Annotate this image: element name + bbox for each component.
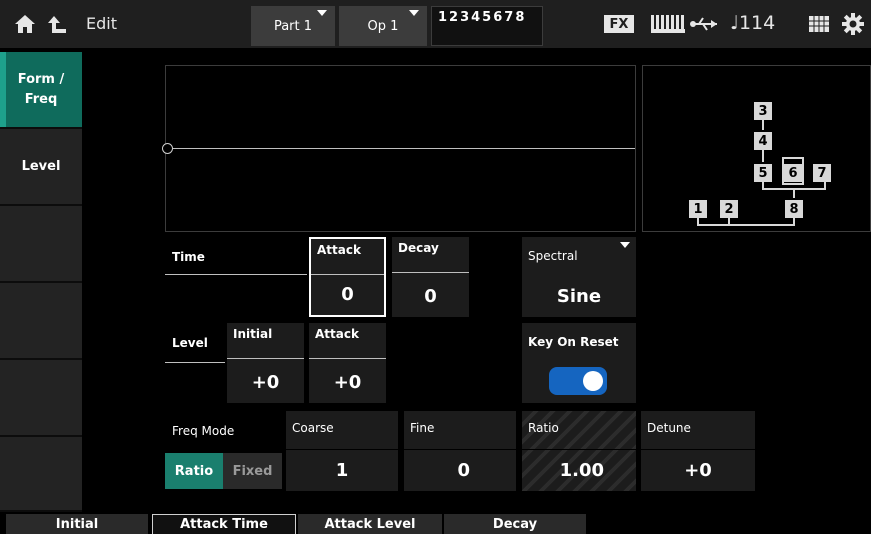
algorithm-wire <box>824 182 826 190</box>
tab-attack-time[interactable]: Attack Time <box>152 514 296 534</box>
sidebar-item-form-freq[interactable]: Form / Freq <box>0 52 82 129</box>
operator-node-7[interactable]: 7 <box>813 164 831 182</box>
field-divider <box>311 274 384 275</box>
home-icon[interactable] <box>14 14 36 34</box>
envelope-graph <box>162 65 636 232</box>
envelope-point[interactable] <box>162 143 173 154</box>
algorithm-wire <box>762 150 764 162</box>
dropdown-arrow-icon <box>409 10 419 16</box>
op-select-button[interactable]: Op 1 <box>339 6 427 46</box>
field-divider <box>404 449 516 450</box>
ratio-field: Ratio 1.00 <box>522 411 636 491</box>
tab-label: Decay <box>492 516 538 532</box>
attack-time-label: Attack <box>317 243 361 257</box>
level-divider <box>165 362 225 363</box>
edit-label: Edit <box>86 14 117 33</box>
algorithm-wire <box>762 120 764 130</box>
freq-mode-panel: Freq Mode Ratio Fixed <box>165 411 282 491</box>
field-divider <box>522 449 636 450</box>
field-divider <box>227 358 304 359</box>
time-divider <box>165 274 307 275</box>
coarse-field[interactable]: Coarse 1 <box>286 411 398 491</box>
tempo-display[interactable]: ♩114 <box>730 12 775 34</box>
field-divider <box>641 449 755 450</box>
grid-icon[interactable] <box>809 16 829 32</box>
operator-node-3[interactable]: 3 <box>754 102 772 120</box>
dropdown-arrow-icon <box>317 10 327 16</box>
tab-attack-level[interactable]: Attack Level <box>298 514 442 534</box>
freq-mode-fixed-button[interactable]: Fixed <box>223 453 282 489</box>
op-label: Op 1 <box>367 18 399 34</box>
tab-label: Initial <box>55 516 99 532</box>
fine-label: Fine <box>410 421 435 435</box>
top-bar: Edit Part 1 Op 1 12345678 FX ♩114 <box>0 0 871 48</box>
spectral-label: Spectral <box>528 249 578 263</box>
operator-node-1[interactable]: 1 <box>689 200 707 218</box>
field-divider <box>309 358 386 359</box>
usb-icon <box>690 17 717 31</box>
sidebar-item-empty-5 <box>0 360 82 437</box>
ratio-value: 1.00 <box>559 460 604 481</box>
ratio-label: Ratio <box>528 421 559 435</box>
operator-node-5[interactable]: 5 <box>754 164 772 182</box>
tab-label: Attack Time <box>180 517 268 532</box>
attack-time-field[interactable]: Attack 0 <box>309 237 386 317</box>
sidebar-item-empty-3 <box>0 206 82 283</box>
algorithm-wire <box>793 188 795 198</box>
decay-time-value: 0 <box>424 286 437 307</box>
sidebar-item-label: Form / Freq <box>17 71 65 107</box>
attack-level-label: Attack <box>315 327 359 341</box>
operator-node-8[interactable]: 8 <box>785 200 803 218</box>
tab-label: Attack Level <box>324 516 416 532</box>
part-label: Part 1 <box>273 18 313 34</box>
key-on-reset-toggle[interactable] <box>549 367 607 395</box>
level-label: Level <box>172 336 208 350</box>
decay-time-field[interactable]: Decay 0 <box>392 237 469 317</box>
attack-level-value: +0 <box>333 372 362 393</box>
up-level-icon[interactable] <box>46 14 68 34</box>
tab-initial[interactable]: Initial <box>6 514 148 534</box>
operator-node-2[interactable]: 2 <box>720 200 738 218</box>
envelope-line <box>168 148 635 149</box>
algorithm-wire <box>697 224 795 226</box>
detune-field[interactable]: Detune +0 <box>641 411 755 491</box>
field-divider <box>392 272 469 273</box>
fine-field[interactable]: Fine 0 <box>404 411 516 491</box>
attack-time-value: 0 <box>341 284 354 305</box>
algorithm-diagram: 3 4 5 6 7 1 2 8 <box>642 65 871 232</box>
operator-selector[interactable]: 12345678 <box>431 6 543 46</box>
coarse-value: 1 <box>335 460 349 481</box>
detune-label: Detune <box>647 421 691 435</box>
freq-mode-label: Freq Mode <box>172 424 235 438</box>
key-on-reset-label: Key On Reset <box>528 335 619 349</box>
part-select-button[interactable]: Part 1 <box>251 6 335 46</box>
attack-level-field[interactable]: Attack +0 <box>309 323 386 403</box>
fine-value: 0 <box>457 460 470 481</box>
toggle-knob <box>583 371 603 391</box>
gear-icon[interactable] <box>842 13 864 35</box>
spectral-select[interactable]: Spectral Sine <box>522 237 636 317</box>
dropdown-arrow-icon <box>620 242 630 248</box>
sidebar-item-empty-4 <box>0 283 82 360</box>
sidebar-item-level[interactable]: Level <box>0 129 82 206</box>
time-label: Time <box>172 250 205 264</box>
sidebar-item-empty-6 <box>0 437 82 512</box>
decay-time-label: Decay <box>398 241 439 255</box>
operator-node-4[interactable]: 4 <box>754 132 772 150</box>
coarse-label: Coarse <box>292 421 334 435</box>
tab-decay[interactable]: Decay <box>444 514 586 534</box>
initial-level-label: Initial <box>233 327 273 341</box>
initial-level-field[interactable]: Initial +0 <box>227 323 304 403</box>
sidebar-item-label: Level <box>21 159 61 174</box>
operator-node-6[interactable]: 6 <box>784 164 802 182</box>
keyboard-icon <box>651 15 685 33</box>
key-on-reset-panel: Key On Reset <box>522 323 636 403</box>
detune-value: +0 <box>684 460 712 481</box>
spectral-value: Sine <box>556 286 602 307</box>
field-divider <box>286 449 398 450</box>
initial-level-value: +0 <box>251 372 280 393</box>
fx-indicator[interactable]: FX <box>604 15 634 33</box>
operator-numbers: 12345678 <box>438 10 527 25</box>
freq-mode-ratio-button[interactable]: Ratio <box>165 453 223 489</box>
